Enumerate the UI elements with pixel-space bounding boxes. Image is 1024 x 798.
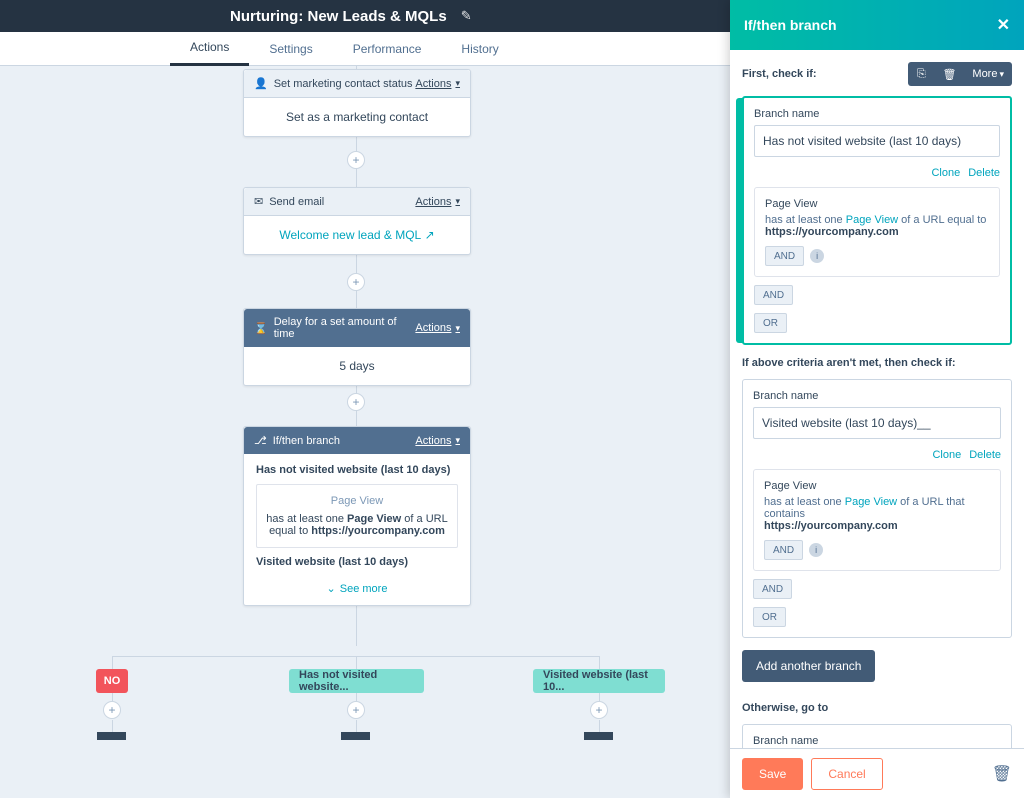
first-check-label: First, check if: [742, 68, 817, 80]
page-view-link[interactable]: Page View [846, 214, 898, 226]
add-step-button[interactable]: + [347, 393, 365, 411]
actions-dropdown[interactable]: Actions [415, 196, 460, 208]
branch-card-2: Branch name Clone Delete Page View has at… [742, 379, 1012, 638]
branch-pill-2[interactable]: Visited website (last 10... [533, 669, 665, 693]
condition-title: Page View [764, 480, 990, 492]
node-set-contact-status[interactable]: 👤 Set marketing contact statusActions Set… [243, 69, 471, 137]
condition-title: Page View [265, 495, 449, 507]
actions-dropdown[interactable]: Actions [415, 78, 460, 90]
branch-icon: ⎇ [254, 434, 267, 447]
info-icon[interactable]: i [810, 249, 824, 263]
connector-line [112, 656, 600, 657]
second-check-label: If above criteria aren't met, then check… [742, 357, 1012, 369]
workflow-title: Nurturing: New Leads & MQLs [230, 8, 447, 25]
node-title: Delay for a set amount of time [274, 316, 416, 340]
otherwise-label: Otherwise, go to [742, 702, 1012, 714]
save-button[interactable]: Save [742, 758, 803, 790]
page-view-link[interactable]: Page View [845, 496, 897, 508]
and-chip[interactable]: AND [765, 246, 804, 266]
trash-button[interactable]: 🗑 [934, 62, 964, 86]
panel-title: If/then branch [744, 17, 837, 33]
node-body: Set as a marketing contact [244, 98, 470, 136]
toolbar-buttons: ⎘ 🗑 More [908, 62, 1012, 86]
add-branch-button[interactable]: Add another branch [742, 650, 875, 682]
add-step-button[interactable]: + [103, 701, 121, 719]
duplicate-button[interactable]: ⎘ [908, 62, 934, 86]
branch-name-input[interactable] [753, 407, 1001, 439]
add-step-button[interactable]: + [347, 273, 365, 291]
branch-card-1: Branch name Clone Delete Page View has at… [742, 96, 1012, 345]
branch-2-name: Visited website (last 10 days) [256, 556, 458, 568]
email-link[interactable]: Welcome new lead & MQL [279, 228, 421, 242]
connector-line [112, 720, 113, 732]
node-title: Set marketing contact status [274, 78, 413, 90]
add-step-button[interactable]: + [347, 701, 365, 719]
see-more-link[interactable]: ⌄See more [256, 582, 458, 595]
end-marker [97, 732, 127, 750]
tab-history[interactable]: History [441, 32, 518, 66]
clone-link[interactable]: Clone [931, 167, 960, 179]
node-if-then[interactable]: ⎇ If/then branch Actions Has not visited w… [243, 426, 471, 606]
branch-1-name: Has not visited website (last 10 days) [256, 464, 458, 476]
node-body: 5 days [244, 347, 470, 385]
branch-name-label: Branch name [753, 735, 1001, 747]
and-chip[interactable]: AND [764, 540, 803, 560]
more-dropdown[interactable]: More [964, 62, 1012, 86]
connector-line [599, 720, 600, 732]
user-icon: 👤 [254, 77, 268, 90]
branch-pill-no[interactable]: NO [96, 669, 128, 693]
branch-pill-1[interactable]: Has not visited website... [289, 669, 424, 693]
connector-line [356, 720, 357, 732]
add-step-button[interactable]: + [347, 151, 365, 169]
condition-box[interactable]: Page View has at least one Page View of … [754, 187, 1000, 277]
close-icon[interactable]: ✕ [997, 15, 1010, 35]
tab-actions[interactable]: Actions [170, 32, 249, 66]
node-title: If/then branch [273, 435, 340, 447]
clone-link[interactable]: Clone [932, 449, 961, 461]
node-delay[interactable]: ⌛ Delay for a set amount of timeActions 5… [243, 308, 471, 386]
info-icon[interactable]: i [809, 543, 823, 557]
external-icon: ↗ [425, 228, 435, 242]
actions-dropdown[interactable]: Actions [415, 435, 460, 447]
condition-box: Page View has at least one Page View of … [256, 484, 458, 548]
hourglass-icon: ⌛ [254, 322, 268, 335]
edit-icon[interactable]: ✎ [461, 8, 472, 24]
otherwise-card: Branch name [742, 724, 1012, 748]
delete-link[interactable]: Delete [968, 167, 1000, 179]
add-step-button[interactable]: + [590, 701, 608, 719]
panel-footer: Save Cancel 🗑 [730, 748, 1024, 798]
cancel-button[interactable]: Cancel [811, 758, 882, 790]
tab-performance[interactable]: Performance [333, 32, 442, 66]
node-title: Send email [269, 196, 324, 208]
and-chip[interactable]: AND [754, 285, 793, 305]
tab-settings[interactable]: Settings [249, 32, 332, 66]
condition-url: https://yourcompany.com [764, 520, 898, 532]
branch-name-label: Branch name [754, 108, 1000, 120]
end-marker [584, 732, 614, 750]
trash-icon[interactable]: 🗑 [992, 764, 1012, 784]
actions-dropdown[interactable]: Actions [415, 322, 460, 334]
or-chip[interactable]: OR [753, 607, 786, 627]
and-chip[interactable]: AND [753, 579, 792, 599]
end-marker [341, 732, 371, 750]
drag-handle[interactable] [736, 98, 744, 343]
condition-box[interactable]: Page View has at least one Page View of … [753, 469, 1001, 571]
branch-name-label: Branch name [753, 390, 1001, 402]
delete-link[interactable]: Delete [969, 449, 1001, 461]
node-send-email[interactable]: ✉ Send email Actions Welcome new lead & MQ… [243, 187, 471, 255]
workflow-canvas: 👤Set marketing contact statusActions Set… [0, 66, 730, 798]
panel-header: If/then branch ✕ [730, 0, 1024, 50]
branch-name-input[interactable] [754, 125, 1000, 157]
side-panel: If/then branch ✕ First, check if: ⎘ 🗑 Mo… [730, 0, 1024, 798]
mail-icon: ✉ [254, 195, 263, 208]
condition-url: https://yourcompany.com [765, 226, 899, 238]
condition-title: Page View [765, 198, 989, 210]
or-chip[interactable]: OR [754, 313, 787, 333]
